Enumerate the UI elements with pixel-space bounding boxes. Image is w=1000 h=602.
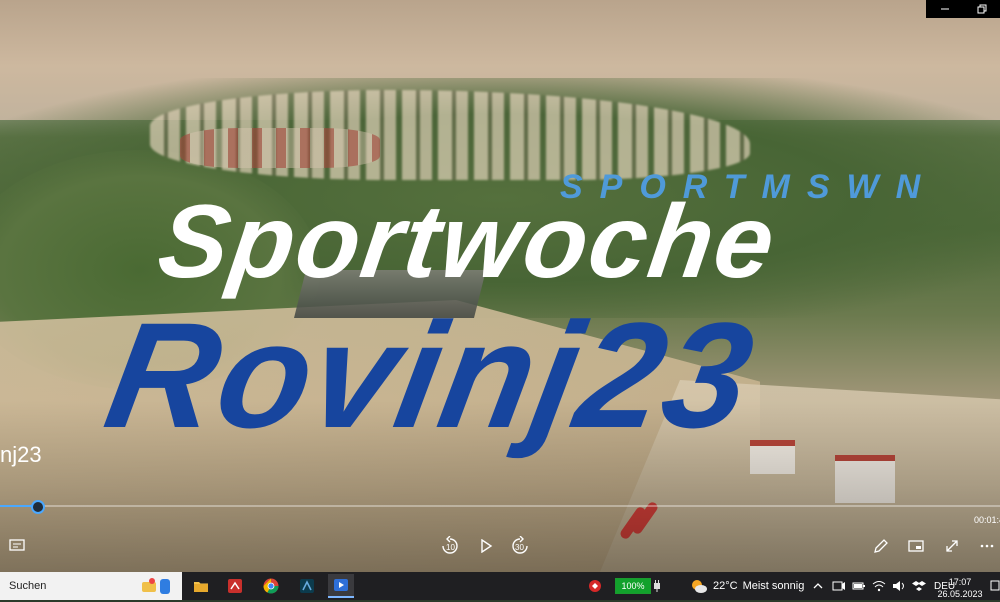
wifi-icon[interactable]: [872, 580, 886, 592]
battery-icon[interactable]: [852, 581, 866, 591]
tray-icons: DEU: [812, 572, 955, 600]
battery-indicator[interactable]: 100%: [615, 578, 651, 594]
seek-bar[interactable]: [0, 500, 1000, 514]
weather-description: Meist sonnig: [742, 580, 805, 592]
play-button[interactable]: [475, 535, 497, 557]
subtitles-icon: [9, 539, 25, 551]
more-options-button[interactable]: [976, 535, 998, 557]
edit-button[interactable]: [870, 535, 892, 557]
taskbar-app-red[interactable]: [222, 574, 248, 598]
seek-thumb[interactable]: [31, 500, 45, 514]
restore-button[interactable]: [963, 0, 1000, 18]
plug-icon: [654, 580, 660, 592]
volume-icon[interactable]: [892, 580, 906, 592]
clock-date: 26.05.2023: [937, 589, 983, 599]
pencil-icon: [874, 539, 888, 553]
taskbar-app-dark[interactable]: [294, 574, 320, 598]
video-frame[interactable]: SPORTMSWN Sportwoche Rovinj23 nj23: [0, 0, 1000, 572]
search-box[interactable]: Suchen: [0, 572, 182, 600]
tray-plug: [652, 572, 662, 600]
skip-forward-seconds: 30: [515, 543, 524, 552]
app-dark-icon: [300, 579, 314, 593]
media-player-icon: [334, 579, 348, 591]
skip-back-seconds: 10: [446, 543, 455, 552]
seek-track: [0, 505, 1000, 507]
video-title-line1: Sportwoche: [151, 184, 784, 300]
fullscreen-button[interactable]: [941, 535, 963, 557]
minimize-icon: [940, 8, 949, 10]
weather-temperature: 22°C: [713, 580, 738, 592]
taskbar-chrome[interactable]: [258, 574, 284, 598]
video-name-label: nj23: [0, 442, 42, 467]
app-red-icon: [228, 579, 242, 593]
minimize-button[interactable]: [926, 0, 963, 18]
video-title-line2: Rovinj23: [95, 291, 767, 459]
skip-forward-button[interactable]: 30: [508, 535, 532, 557]
search-placeholder: Suchen: [9, 580, 47, 592]
more-icon: [980, 544, 994, 548]
window-controls: [926, 0, 1000, 18]
chrome-icon: [263, 578, 279, 594]
tray-antivirus[interactable]: [588, 572, 602, 600]
weather-widget[interactable]: 22°C Meist sonnig: [690, 572, 804, 600]
taskbar-file-explorer[interactable]: [188, 574, 214, 598]
folder-icon: [194, 582, 208, 592]
taskbar-media-player[interactable]: [328, 574, 354, 598]
chevron-up-icon[interactable]: [812, 581, 824, 591]
shield-icon: [589, 580, 601, 592]
camera-icon[interactable]: [832, 581, 846, 591]
elapsed-time: 00:01:4: [974, 515, 1000, 525]
expand-icon: [946, 540, 958, 552]
dropbox-icon[interactable]: [912, 580, 926, 592]
notification-icon: [990, 580, 1000, 591]
mini-view-button[interactable]: [905, 535, 927, 557]
notifications-button[interactable]: [990, 572, 1000, 600]
subtitles-button[interactable]: [6, 535, 28, 557]
skip-back-button[interactable]: 10: [438, 535, 462, 557]
system-clock[interactable]: 17:07 26.05.2023: [935, 574, 985, 602]
sun-cloud-icon: [692, 580, 707, 593]
search-highlight-icon: [142, 578, 170, 594]
clock-time: 17:07: [948, 577, 972, 587]
mini-view-icon: [908, 540, 924, 552]
restore-icon: [977, 4, 986, 14]
play-icon: [481, 539, 493, 553]
